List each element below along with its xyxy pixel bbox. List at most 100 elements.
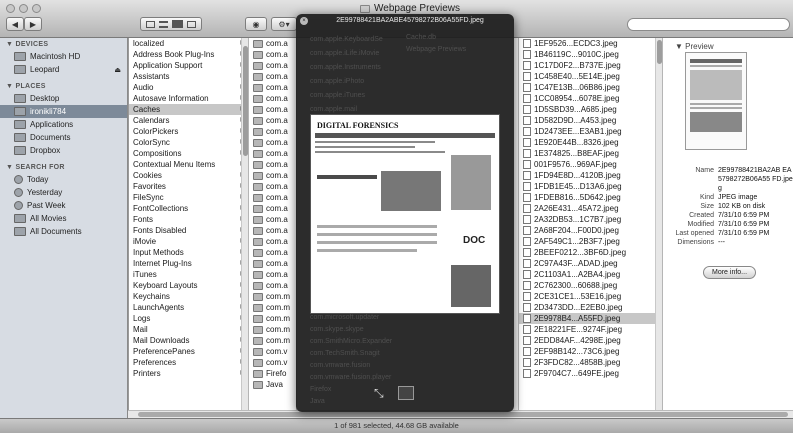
search-input[interactable] [627,18,790,31]
cache-folder-item[interactable]: com.a [249,247,296,258]
folder-item[interactable]: Mail▶ [129,324,248,335]
add-to-iphoto-icon[interactable] [397,386,414,400]
coverflow-view-icon[interactable] [187,20,196,28]
folder-item[interactable]: Calendars▶ [129,115,248,126]
cache-folder-item[interactable]: com.a [249,269,296,280]
cache-folder-item[interactable]: com.a [249,60,296,71]
file-item[interactable]: 1E374825...B8EAF.jpeg [519,148,662,159]
cache-folder-item[interactable]: com.a [249,49,296,60]
file-item[interactable]: 2A26E431...45A72.jpeg [519,203,662,214]
file-item[interactable]: 2EF98B142...73C6.jpeg [519,346,662,357]
folder-item[interactable]: Application Support▶ [129,60,248,71]
cache-folder-item[interactable]: com.a [249,203,296,214]
sidebar-item-all-movies[interactable]: All Movies [0,212,127,225]
folder-item[interactable]: LaunchAgents▶ [129,302,248,313]
folder-item[interactable]: Compositions▶ [129,148,248,159]
folder-item[interactable]: ColorSync▶ [129,137,248,148]
previews-column-scrollbar[interactable] [655,38,662,418]
quicklook-button[interactable]: ◉ [245,17,267,31]
file-item[interactable]: 1C47E13B...06B86.jpeg [519,82,662,93]
file-item[interactable]: 2BEEF0212...3BF6D.jpeg [519,247,662,258]
sidebar-item-applications[interactable]: Applications [0,118,127,131]
file-item[interactable]: 2CE31CE1...53E16.jpeg [519,291,662,302]
devices-header[interactable]: ▼ DEVICES [0,38,127,50]
file-item[interactable]: 2F9704C7...649FE.jpeg [519,368,662,379]
cache-folder-item[interactable]: com.a [249,159,296,170]
cache-folder-item[interactable]: com.m [249,313,296,324]
cache-folder-item[interactable]: com.a [249,258,296,269]
file-item[interactable]: 1FDEB816...5D642.jpeg [519,192,662,203]
file-item[interactable]: 2C762300...60688.jpeg [519,280,662,291]
folder-item[interactable]: Autosave Information▶ [129,93,248,104]
cache-folder-item[interactable]: com.a [249,280,296,291]
folder-item[interactable]: localized▶ [129,38,248,49]
folder-item[interactable]: Cookies▶ [129,170,248,181]
file-item[interactable]: 2AF549C1...2B3F7.jpeg [519,236,662,247]
minimize-window-button[interactable] [19,4,28,13]
more-info-button[interactable]: More info... [703,266,757,279]
file-item[interactable]: 2C97A43F...ADAD.jpeg [519,258,662,269]
folder-item[interactable]: Input Methods▶ [129,247,248,258]
cache-folder-item[interactable]: com.a [249,126,296,137]
folder-item[interactable]: Assistants▶ [129,71,248,82]
sidebar-item-yesterday[interactable]: Yesterday [0,186,127,199]
close-window-button[interactable] [6,4,15,13]
cache-folder-item[interactable]: com.v [249,357,296,368]
file-item[interactable]: 2D3473DD...E2EB0.jpeg [519,302,662,313]
cache-folder-item[interactable]: Firefo [249,368,296,379]
cache-folder-item[interactable]: com.a [249,38,296,49]
cache-folder-item[interactable]: com.v [249,346,296,357]
folder-item[interactable]: FontCollections▶ [129,203,248,214]
sidebar-item-desktop[interactable]: Desktop [0,92,127,105]
cache-folder-item[interactable]: com.a [249,236,296,247]
folder-item[interactable]: Favorites▶ [129,181,248,192]
file-item[interactable]: 001F9576...969AF.jpeg [519,159,662,170]
folder-item[interactable]: Fonts▶ [129,214,248,225]
library-column-scrollbar[interactable] [241,38,248,418]
fullscreen-icon[interactable]: ⤡ [374,386,384,401]
quicklook-panel[interactable]: × 2E99788421BA2ABE45798272B06A55FD.jpeg … [296,14,514,412]
folder-item[interactable]: Keychains▶ [129,291,248,302]
folder-item[interactable]: Keyboard Layouts▶ [129,280,248,291]
cache-folder-item[interactable]: com.m [249,302,296,313]
cache-folder-item[interactable]: com.a [249,104,296,115]
list-view-icon[interactable] [159,20,168,28]
eject-icon[interactable]: ⏏ [114,66,121,74]
cache-folder-item[interactable]: com.a [249,115,296,126]
forward-button[interactable]: ▶ [24,17,42,31]
file-item[interactable]: 2EDD84AF...4298E.jpeg [519,335,662,346]
cache-folder-item[interactable]: com.a [249,214,296,225]
file-item[interactable]: 2A68F204...F00D0.jpeg [519,225,662,236]
file-item[interactable]: 1FD94E8D...4120B.jpeg [519,170,662,181]
cache-folder-item[interactable]: com.a [249,225,296,236]
folder-item[interactable]: Printers▶ [129,368,248,379]
folder-item[interactable]: Contextual Menu Items▶ [129,159,248,170]
file-item[interactable]: 1E920E44B...8326.jpeg [519,137,662,148]
folder-item[interactable]: Logs▶ [129,313,248,324]
cache-folder-item[interactable]: com.a [249,181,296,192]
cache-folder-item[interactable]: com.m [249,291,296,302]
sidebar-item-today[interactable]: Today [0,173,127,186]
cache-folder-item[interactable]: com.a [249,192,296,203]
sidebar-item-home[interactable]: ironikli784 [0,105,127,118]
preview-header[interactable]: ▼ Preview [663,38,793,51]
scroll-thumb[interactable] [138,412,788,417]
sidebar-item-past-week[interactable]: Past Week [0,199,127,212]
view-mode-switcher[interactable] [140,17,202,31]
icon-view-icon[interactable] [146,20,155,28]
cache-folder-item[interactable]: com.a [249,71,296,82]
sidebar-item-leopard[interactable]: Leopard ⏏ [0,63,127,76]
sidebar-item-all-documents[interactable]: All Documents [0,225,127,238]
folder-item[interactable]: Fonts Disabled▶ [129,225,248,236]
folder-item[interactable]: Caches▶ [129,104,248,115]
folder-item[interactable]: FileSync▶ [129,192,248,203]
folder-item[interactable]: Address Book Plug-Ins▶ [129,49,248,60]
file-item[interactable]: 2C1103A1...A2BA4.jpeg [519,269,662,280]
scroll-thumb[interactable] [657,40,662,64]
folder-item[interactable]: Internet Plug-Ins▶ [129,258,248,269]
file-item[interactable]: 2A32DB53...1C7B7.jpeg [519,214,662,225]
file-item[interactable]: 1EF9526...ECDC3.jpeg [519,38,662,49]
sidebar-item-documents[interactable]: Documents [0,131,127,144]
folder-item[interactable]: iMovie▶ [129,236,248,247]
cache-folder-item[interactable]: com.m [249,335,296,346]
